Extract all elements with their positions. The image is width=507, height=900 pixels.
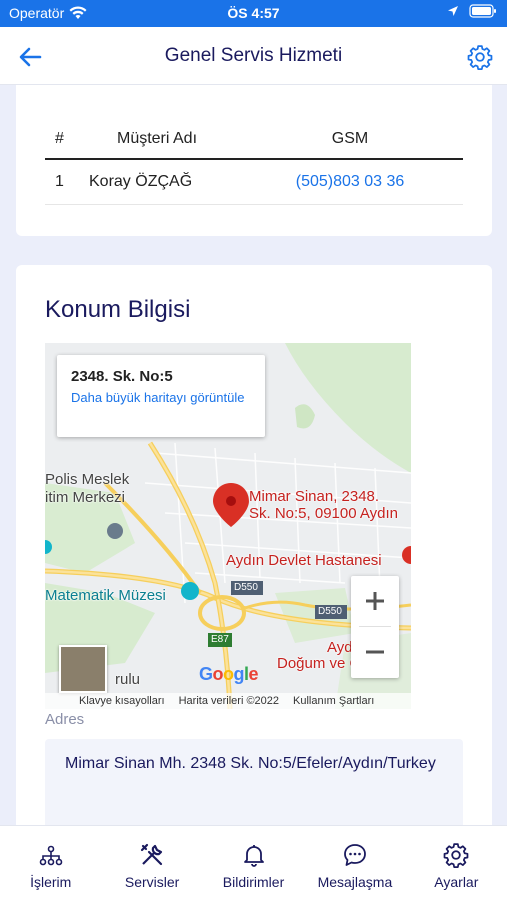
tab-servisler[interactable]: Servisler xyxy=(101,826,202,900)
table-row: 1 Koray ÖZÇAĞ (505)803 03 36 xyxy=(45,159,463,205)
location-arrow-icon xyxy=(448,6,458,16)
status-bar: Operatör ÖS 4:57 xyxy=(0,0,507,27)
customer-card: # Müşteri Adı GSM 1 Koray ÖZÇAĞ (505)803… xyxy=(16,85,492,236)
tab-label: Ayarlar xyxy=(434,874,479,890)
settings-gear-icon[interactable] xyxy=(467,44,493,70)
pin-label: Mimar Sinan, 2348. Sk. No:5, 09100 Aydın xyxy=(249,488,398,522)
map-view[interactable]: Polis Meslek itim Merkezi Matematik Müze… xyxy=(45,343,411,709)
view-larger-map-link[interactable]: Daha büyük haritayı görüntüle xyxy=(71,389,251,407)
tab-bildirimler[interactable]: Bildirimler xyxy=(203,826,304,900)
customer-table: # Müşteri Adı GSM 1 Koray ÖZÇAĞ (505)803… xyxy=(45,119,463,205)
map-data-attribution: Harita verileri ©2022 xyxy=(178,695,280,707)
location-card: Konum Bilgisi Polis Meslek itim Merkezi … xyxy=(16,265,492,845)
map-info-address: 2348. Sk. No:5 xyxy=(71,368,173,385)
bell-icon xyxy=(243,845,264,867)
column-header-customer-name: Müşteri Adı xyxy=(77,119,237,160)
tab-islerim[interactable]: İşlerim xyxy=(0,826,101,900)
tab-ayarlar[interactable]: Ayarlar xyxy=(406,826,507,900)
road-shield-d550-a: D550 xyxy=(234,582,258,593)
sitemap-icon xyxy=(39,845,63,866)
clock: ÖS 4:57 xyxy=(227,5,280,21)
row-number: 1 xyxy=(45,159,77,205)
address-label: Adres xyxy=(45,711,85,728)
minus-icon xyxy=(366,650,384,654)
plus-icon xyxy=(366,592,384,610)
gear-icon xyxy=(443,843,469,868)
poi-math-museum: Matematik Müzesi xyxy=(45,587,166,604)
satellite-toggle-thumbnail[interactable] xyxy=(59,645,107,693)
zoom-out-button[interactable] xyxy=(351,627,399,677)
customer-phone-link[interactable]: (505)803 03 36 xyxy=(237,159,463,205)
tab-label: Mesajlaşma xyxy=(317,874,393,890)
google-logo: Google xyxy=(199,664,259,684)
pin-label-line2: Sk. No:5, 09100 Aydın xyxy=(249,505,398,522)
table-header-row: # Müşteri Adı GSM xyxy=(45,119,463,160)
address-value: Mimar Sinan Mh. 2348 Sk. No:5/Efeler/Ayd… xyxy=(45,739,463,839)
poi-hospital: Aydın Devlet Hastanesi xyxy=(226,552,382,569)
poi-area-label: rulu xyxy=(115,671,141,688)
chat-icon xyxy=(344,844,366,866)
map-zoom-controls xyxy=(351,576,399,678)
tab-label: Bildirimler xyxy=(222,874,285,890)
road-shield-e87: E87 xyxy=(211,634,229,645)
column-header-gsm: GSM xyxy=(237,119,463,160)
map-footer: Klavye kısayolları Harita verileri ©2022… xyxy=(45,693,411,709)
navigation-bar: Genel Servis Hizmeti xyxy=(0,27,507,85)
bottom-tab-bar: İşlerim Servisler Bildirimler Mesajlaşma… xyxy=(0,825,507,900)
tab-mesajlasma[interactable]: Mesajlaşma xyxy=(304,826,405,900)
customer-name: Koray ÖZÇAĞ xyxy=(77,159,237,205)
map-info-window: 2348. Sk. No:5 Daha büyük haritayı görün… xyxy=(57,355,265,437)
poi-police-academy-line2: itim Merkezi xyxy=(45,489,126,506)
keyboard-shortcuts-link[interactable]: Klavye kısayolları xyxy=(79,695,165,707)
tab-label: İşlerim xyxy=(30,874,72,890)
page-title: Genel Servis Hizmeti xyxy=(164,45,343,66)
zoom-in-button[interactable] xyxy=(351,576,399,626)
tools-icon xyxy=(141,843,163,866)
battery-icon xyxy=(469,4,496,18)
column-header-number: # xyxy=(45,119,77,160)
pin-label-line1: Mimar Sinan, 2348. xyxy=(249,488,380,505)
poi-police-academy-line1: Polis Meslek xyxy=(45,471,130,488)
road-shield-d550-b: D550 xyxy=(318,606,342,617)
tab-label: Servisler xyxy=(124,874,180,890)
terms-of-use-link[interactable]: Kullanım Şartları xyxy=(293,695,374,707)
location-title: Konum Bilgisi xyxy=(45,296,191,323)
